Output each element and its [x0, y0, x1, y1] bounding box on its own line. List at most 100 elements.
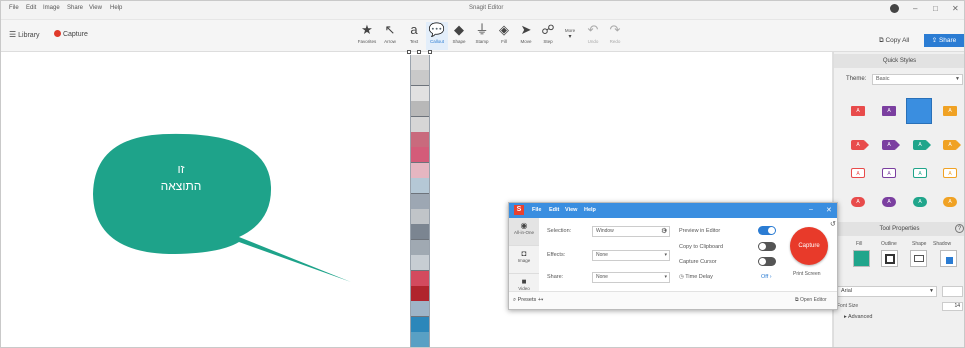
- capture-button[interactable]: Capture: [54, 30, 88, 38]
- preview-in-editor-toggle[interactable]: [758, 226, 776, 235]
- outline-swatch[interactable]: [881, 250, 898, 267]
- quick-style-glyph: A: [887, 108, 891, 114]
- tool-callout[interactable]: 💬 Callout: [426, 22, 448, 50]
- reset-icon[interactable]: ↺: [830, 220, 836, 228]
- shape-icon: ◆: [454, 22, 464, 37]
- menu-share[interactable]: Share: [67, 5, 83, 11]
- mode-image[interactable]: ◘ Image: [509, 246, 539, 274]
- menu-help[interactable]: Help: [110, 5, 122, 11]
- shape-swatch[interactable]: [910, 250, 927, 267]
- gear-icon[interactable]: ⚙: [661, 227, 667, 235]
- menu-view[interactable]: View: [89, 5, 102, 11]
- all-in-one-icon: ◉: [520, 221, 528, 230]
- capture-menu-edit[interactable]: Edit: [549, 207, 559, 213]
- strip-thumbnail: [411, 270, 429, 287]
- quick-style-selected-highlight: [906, 98, 932, 124]
- tab-outline[interactable]: Outline: [881, 241, 897, 247]
- quick-style-swatch[interactable]: A: [943, 168, 957, 178]
- capture-menu-help[interactable]: Help: [584, 207, 596, 213]
- font-size-input[interactable]: 14: [942, 302, 963, 311]
- quick-style-glyph: A: [887, 142, 891, 148]
- quick-style-swatch[interactable]: A: [943, 140, 961, 150]
- tool-step[interactable]: ☍ Step: [537, 22, 559, 50]
- share-label: Share: [938, 37, 957, 44]
- selection-select[interactable]: Window ▾: [592, 226, 670, 237]
- tool-favorites[interactable]: ★ Favorites: [356, 22, 378, 50]
- minimize-button[interactable]: –: [913, 4, 917, 13]
- shadow-swatch[interactable]: [940, 250, 957, 267]
- tool-arrow[interactable]: ↖ Arrow: [379, 22, 401, 50]
- menu-file[interactable]: File: [9, 5, 19, 11]
- tool-stamp[interactable]: ⏚ Stamp: [471, 22, 493, 50]
- time-delay-label: ◷ Time Delay: [679, 274, 713, 280]
- quick-style-swatch[interactable]: A: [851, 168, 865, 178]
- tab-shape[interactable]: Shape: [912, 241, 926, 247]
- tab-fill[interactable]: Fill: [856, 241, 862, 247]
- capture-cursor-toggle[interactable]: [758, 257, 776, 266]
- tool-move[interactable]: ➤ Move: [515, 22, 537, 50]
- time-delay-value[interactable]: Off ›: [761, 274, 772, 280]
- quick-style-swatch[interactable]: A: [851, 140, 869, 150]
- capture-dialog-titlebar[interactable]: S File Edit View Help – ✕: [509, 203, 837, 218]
- quick-style-swatch[interactable]: A: [913, 197, 927, 207]
- font-select[interactable]: Arial ▼: [837, 286, 937, 297]
- tool-shape[interactable]: ◆ Shape: [448, 22, 470, 50]
- capture-close-button[interactable]: ✕: [826, 206, 832, 214]
- effects-select[interactable]: None ▾: [592, 250, 670, 261]
- strip-thumbnail: [411, 55, 429, 71]
- mode-all-in-one[interactable]: ◉ All-in-One: [509, 218, 539, 246]
- callout-shape[interactable]: [89, 132, 359, 292]
- tool-text[interactable]: a Text: [403, 22, 425, 50]
- share-select[interactable]: None ▾: [592, 272, 670, 283]
- tool-fill[interactable]: ◈ Fill: [493, 22, 515, 50]
- preview-in-editor-label: Preview in Editor: [679, 228, 721, 234]
- quick-style-swatch[interactable]: A: [882, 140, 900, 150]
- text-color-select[interactable]: [942, 286, 963, 297]
- quick-style-swatch[interactable]: A: [913, 140, 931, 150]
- star-icon: ★: [361, 22, 373, 37]
- title-bar: File Edit Image Share View Help Snagit E…: [1, 1, 964, 20]
- copy-all-button[interactable]: ⧉ Copy All: [879, 37, 909, 45]
- quick-style-swatch[interactable]: A: [882, 197, 896, 207]
- callout-text[interactable]: זו התוצאה: [121, 161, 241, 195]
- captured-image-strip[interactable]: [410, 55, 430, 347]
- close-button[interactable]: ✕: [952, 4, 959, 13]
- quick-style-swatch[interactable]: A: [882, 106, 896, 116]
- library-button[interactable]: ☰ Library: [9, 30, 40, 39]
- menu-image[interactable]: Image: [43, 5, 60, 11]
- quick-style-swatch[interactable]: A: [943, 106, 957, 116]
- capture-cursor-label: Capture Cursor: [679, 259, 717, 265]
- capture-menu-view[interactable]: View: [565, 207, 577, 213]
- search-icon: ⌕: [513, 297, 517, 303]
- copy-to-clipboard-toggle[interactable]: [758, 242, 776, 251]
- help-icon[interactable]: ?: [955, 224, 964, 233]
- presets-button[interactable]: ⌕ Presets +▾: [513, 297, 543, 304]
- account-icon[interactable]: [890, 4, 899, 13]
- quick-style-glyph: A: [948, 171, 952, 177]
- open-editor-button[interactable]: ⧉ Open Editor: [795, 297, 827, 303]
- tool-more[interactable]: More ▾: [559, 22, 581, 50]
- capture-big-button[interactable]: Capture: [790, 227, 828, 265]
- fill-color-swatch[interactable]: [853, 250, 870, 267]
- quick-style-swatch[interactable]: A: [943, 197, 957, 207]
- redo-button[interactable]: ↷ Redo: [604, 22, 626, 50]
- theme-select[interactable]: Basic ▼: [872, 74, 963, 85]
- quick-style-swatch[interactable]: A: [882, 168, 896, 178]
- quick-style-swatch[interactable]: A: [851, 197, 865, 207]
- redo-icon: ↷: [609, 22, 621, 37]
- theme-value: Basic: [876, 76, 890, 82]
- copy-to-clipboard-label: Copy to Clipboard: [679, 244, 724, 250]
- advanced-toggle[interactable]: ▸ Advanced: [844, 314, 872, 320]
- menu-edit[interactable]: Edit: [26, 5, 36, 11]
- quick-style-swatch[interactable]: A: [851, 106, 865, 116]
- capture-minimize-button[interactable]: –: [809, 206, 813, 213]
- quick-style-glyph: A: [918, 142, 922, 148]
- undo-button[interactable]: ↶ Undo: [582, 22, 604, 50]
- share-label: Share:: [547, 274, 564, 280]
- tab-shadow[interactable]: Shadow: [933, 241, 951, 247]
- resize-handles-top[interactable]: [407, 50, 433, 56]
- maximize-button[interactable]: □: [933, 4, 938, 13]
- quick-style-swatch[interactable]: A: [913, 168, 927, 178]
- share-button[interactable]: ⇪ Share: [924, 34, 964, 47]
- capture-menu-file[interactable]: File: [532, 207, 541, 213]
